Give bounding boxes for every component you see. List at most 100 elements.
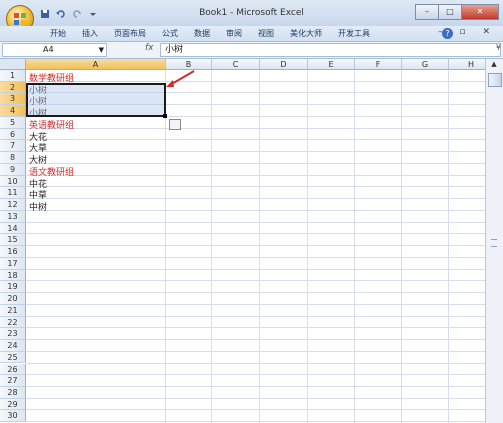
row-header[interactable]: 13 (0, 210, 26, 223)
row-header[interactable]: 20 (0, 293, 26, 305)
column-gridline (354, 70, 355, 423)
ribbon-tab[interactable]: 公式 (154, 28, 186, 39)
ribbon-tab[interactable]: 数据 (186, 28, 218, 39)
row-gridline (26, 233, 494, 235)
column-header[interactable]: C (212, 59, 260, 70)
column-header[interactable]: E (308, 59, 355, 70)
name-box[interactable]: A4 ▼ (2, 43, 107, 57)
column-gridline (307, 70, 308, 423)
chevron-down-icon[interactable]: ▼ (99, 44, 104, 56)
row-header[interactable]: 16 (0, 246, 26, 258)
row-header[interactable]: 6 (0, 128, 26, 141)
column-header[interactable]: D (260, 59, 308, 70)
row-header[interactable]: 15 (0, 234, 26, 247)
row-header[interactable]: 14 (0, 222, 26, 235)
row-header[interactable]: 25 (0, 351, 26, 364)
column-gridline (165, 70, 166, 423)
maximize-button[interactable]: □ (438, 4, 462, 20)
row-header[interactable]: 10 (0, 175, 26, 188)
column-header[interactable]: A (26, 59, 166, 70)
ribbon-tab[interactable]: 审阅 (218, 28, 250, 39)
window-controls: – □ ✕ (415, 4, 499, 20)
close-button[interactable]: ✕ (461, 4, 499, 20)
row-gridline (26, 174, 494, 176)
column-header[interactable]: G (402, 59, 449, 70)
ribbon-tabs-bar: 开始 插入 页面布局 公式 数据 审阅 视图 美化大师 开发工具 ? – ▫ ✕ (0, 26, 503, 42)
column-gridline (448, 70, 449, 423)
column-gridline (259, 70, 260, 423)
workbook-window-controls[interactable]: – ▫ ✕ (438, 27, 497, 37)
ribbon-tab[interactable]: 页面布局 (106, 28, 154, 39)
row-gridline (26, 362, 494, 364)
row-header[interactable]: 9 (0, 163, 26, 176)
ribbon-tab[interactable]: 开始 (42, 28, 74, 39)
row-gridline (26, 397, 494, 399)
row-gridline (26, 421, 494, 423)
row-header[interactable]: 4 (0, 105, 26, 117)
row-gridline (26, 374, 494, 376)
row-gridline (26, 327, 494, 329)
row-gridline (26, 339, 494, 341)
row-header[interactable]: 21 (0, 304, 26, 317)
row-gridline (26, 256, 494, 258)
row-header[interactable]: 27 (0, 375, 26, 387)
row-header[interactable]: 11 (0, 187, 26, 200)
scrollbar-grip (491, 239, 497, 247)
ribbon-tab[interactable]: 开发工具 (330, 28, 378, 39)
fill-handle[interactable] (163, 114, 167, 118)
row-header[interactable]: 28 (0, 386, 26, 399)
row-header[interactable]: 3 (0, 93, 26, 106)
row-gridline (26, 303, 494, 305)
row-gridline (26, 209, 494, 211)
row-header[interactable]: 8 (0, 152, 26, 164)
expand-formula-bar-icon[interactable]: ¥ (496, 43, 501, 52)
name-box-value: A4 (43, 45, 54, 54)
select-all-button[interactable] (0, 59, 26, 70)
scroll-up-icon[interactable]: ▲ (488, 60, 500, 70)
row-gridline (26, 350, 494, 352)
row-gridline (26, 315, 494, 317)
vertical-scrollbar[interactable]: ▲ (485, 59, 503, 423)
row-header[interactable]: 12 (0, 199, 26, 211)
row-gridline (26, 186, 494, 188)
row-header[interactable]: 19 (0, 281, 26, 294)
row-gridline (26, 268, 494, 270)
row-gridline (26, 245, 494, 247)
row-header[interactable]: 5 (0, 116, 26, 129)
ribbon-tab[interactable]: 美化大师 (282, 28, 330, 39)
insert-function-icon[interactable]: fx (145, 43, 154, 53)
row-header[interactable]: 2 (0, 81, 26, 94)
row-gridline (26, 280, 494, 282)
row-header[interactable]: 29 (0, 398, 26, 411)
row-gridline (26, 151, 494, 153)
row-header[interactable]: 1 (0, 70, 26, 82)
row-gridline (26, 139, 494, 141)
row-header[interactable]: 22 (0, 316, 26, 329)
scrollbar-thumb[interactable] (488, 73, 502, 87)
row-header[interactable]: 24 (0, 340, 26, 352)
row-header[interactable]: 7 (0, 140, 26, 153)
row-header[interactable]: 26 (0, 363, 26, 376)
column-gridline (401, 70, 402, 423)
row-header[interactable]: 17 (0, 257, 26, 270)
row-gridline (26, 409, 494, 411)
formula-input[interactable]: 小树 (160, 43, 501, 57)
annotation-arrow-icon (166, 70, 195, 87)
auto-fill-options-icon[interactable] (169, 119, 181, 130)
ribbon-tab[interactable]: 插入 (74, 28, 106, 39)
row-gridline (26, 292, 494, 294)
row-gridline (26, 385, 494, 387)
row-header[interactable]: 18 (0, 269, 26, 282)
row-gridline (26, 221, 494, 223)
cell-a12[interactable]: 中树 (29, 200, 47, 213)
ribbon-tabs: 开始 插入 页面布局 公式 数据 审阅 视图 美化大师 开发工具 (42, 28, 378, 39)
row-gridline (26, 127, 494, 129)
row-header[interactable]: 23 (0, 328, 26, 340)
column-gridline (211, 70, 212, 423)
row-gridline (26, 80, 494, 82)
row-header[interactable]: 30 (0, 410, 26, 423)
selected-range[interactable] (26, 83, 166, 117)
minimize-button[interactable]: – (415, 4, 439, 20)
column-header[interactable]: F (355, 59, 402, 70)
ribbon-tab[interactable]: 视图 (250, 28, 282, 39)
